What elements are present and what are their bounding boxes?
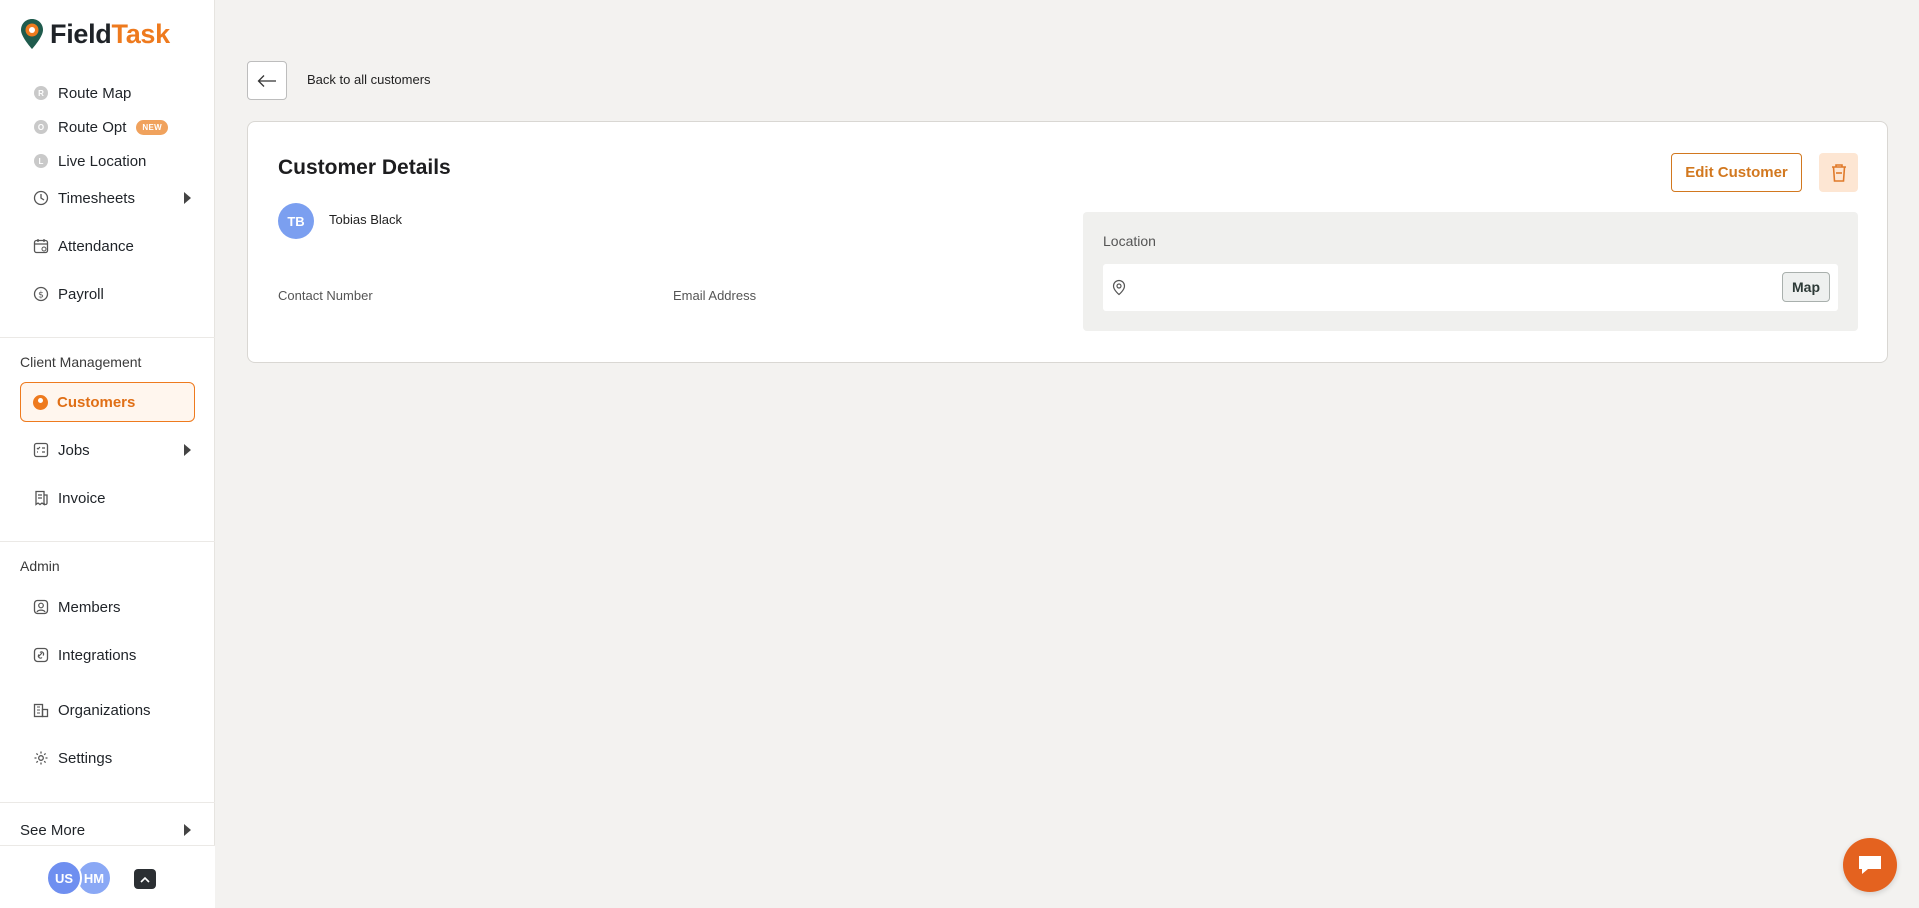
back-link[interactable]: Back to all customers <box>307 72 431 87</box>
sidebar-item-route-map[interactable]: R Route Map <box>20 77 195 109</box>
brand-name-task: Task <box>111 19 171 49</box>
invoice-icon <box>32 489 50 507</box>
page-title: Customer Details <box>278 156 451 179</box>
expand-caret-icon <box>184 824 191 836</box>
calendar-icon <box>32 237 50 255</box>
jobs-icon <box>32 441 50 459</box>
expand-caret-icon[interactable] <box>184 192 191 204</box>
contact-number-label: Contact Number <box>278 288 373 303</box>
sidebar-item-route-opt[interactable]: O Route Opt NEW <box>20 111 195 143</box>
delete-button[interactable] <box>1819 153 1858 192</box>
sidebar-item-members[interactable]: Members <box>20 591 195 623</box>
expand-up-button[interactable] <box>134 869 156 889</box>
sidebar-item-label: Integrations <box>58 646 137 664</box>
sidebar-item-label: Live Location <box>58 152 147 170</box>
map-button[interactable]: Map <box>1782 272 1830 302</box>
live-location-dot-icon: L <box>32 152 50 170</box>
new-badge: NEW <box>136 119 168 135</box>
sidebar-item-payroll[interactable]: $ Payroll <box>20 278 195 310</box>
logo-pin-icon <box>21 19 43 49</box>
sidebar-item-invoice[interactable]: Invoice <box>20 482 195 514</box>
location-panel: Location Map <box>1083 212 1858 331</box>
trash-icon <box>1831 163 1846 182</box>
see-more-label: See More <box>20 821 86 839</box>
sidebar-footer: US HM <box>0 845 215 908</box>
sidebar-item-settings[interactable]: Settings <box>20 742 195 774</box>
see-more-button[interactable]: See More <box>20 818 195 842</box>
sidebar-item-label: Invoice <box>58 489 106 507</box>
sidebar-item-organizations[interactable]: Organizations <box>20 694 195 726</box>
edit-customer-button[interactable]: Edit Customer <box>1671 153 1802 192</box>
sidebar-item-label: Settings <box>58 749 113 767</box>
sidebar-item-label: Jobs <box>58 441 90 459</box>
brand-logo[interactable]: FieldTask <box>20 18 170 50</box>
back-button[interactable] <box>247 61 287 100</box>
sidebar-item-timesheets[interactable]: Timesheets <box>20 182 195 214</box>
sidebar-item-label: Timesheets <box>58 189 135 207</box>
user-avatar[interactable]: US <box>46 860 82 896</box>
expand-caret-icon[interactable] <box>184 444 191 456</box>
section-title-admin: Admin <box>20 558 60 574</box>
sidebar-item-label: Members <box>58 598 121 616</box>
location-field: Map <box>1103 264 1838 311</box>
sidebar-item-label: Route Opt <box>58 118 127 136</box>
sidebar-divider <box>0 337 215 338</box>
customer-name: Tobias Black <box>329 212 402 227</box>
chat-bubble-icon <box>1859 856 1881 874</box>
map-pin-icon <box>1112 279 1126 296</box>
sidebar-item-label: Attendance <box>58 237 134 255</box>
sidebar-item-customers[interactable]: Customers <box>20 382 195 422</box>
chevron-up-icon <box>140 876 150 883</box>
svg-text:$: $ <box>38 291 44 301</box>
route-opt-dot-icon: O <box>32 118 50 136</box>
sidebar-item-integrations[interactable]: Integrations <box>20 639 195 671</box>
sidebar-item-label: Route Map <box>58 84 132 102</box>
customer-avatar: TB <box>278 203 314 239</box>
location-label: Location <box>1103 233 1156 249</box>
route-map-dot-icon: R <box>32 84 50 102</box>
sidebar-divider <box>0 541 215 542</box>
chat-support-button[interactable] <box>1843 838 1897 892</box>
gear-icon <box>32 749 50 767</box>
sidebar: FieldTask R Route Map O Route Opt NEW L … <box>0 0 215 908</box>
sidebar-item-live-location[interactable]: L Live Location <box>20 145 195 177</box>
brand-name-field: Field <box>50 19 112 49</box>
clock-icon <box>32 189 50 207</box>
organization-icon <box>32 701 50 719</box>
section-title-client-management: Client Management <box>20 354 142 370</box>
sidebar-item-jobs[interactable]: Jobs <box>20 434 195 466</box>
arrow-left-icon <box>257 74 276 87</box>
email-address-label: Email Address <box>673 288 757 303</box>
sidebar-item-label: Payroll <box>58 285 104 303</box>
customer-icon <box>33 394 48 410</box>
member-icon <box>32 598 50 616</box>
sidebar-item-attendance[interactable]: Attendance <box>20 230 195 262</box>
dollar-icon: $ <box>32 285 50 303</box>
sidebar-item-label: Customers <box>57 393 136 411</box>
integrations-icon <box>32 646 50 664</box>
customer-details-card: Customer Details TB Tobias Black Contact… <box>247 121 1888 363</box>
sidebar-divider <box>0 802 215 803</box>
sidebar-item-label: Organizations <box>58 701 151 719</box>
